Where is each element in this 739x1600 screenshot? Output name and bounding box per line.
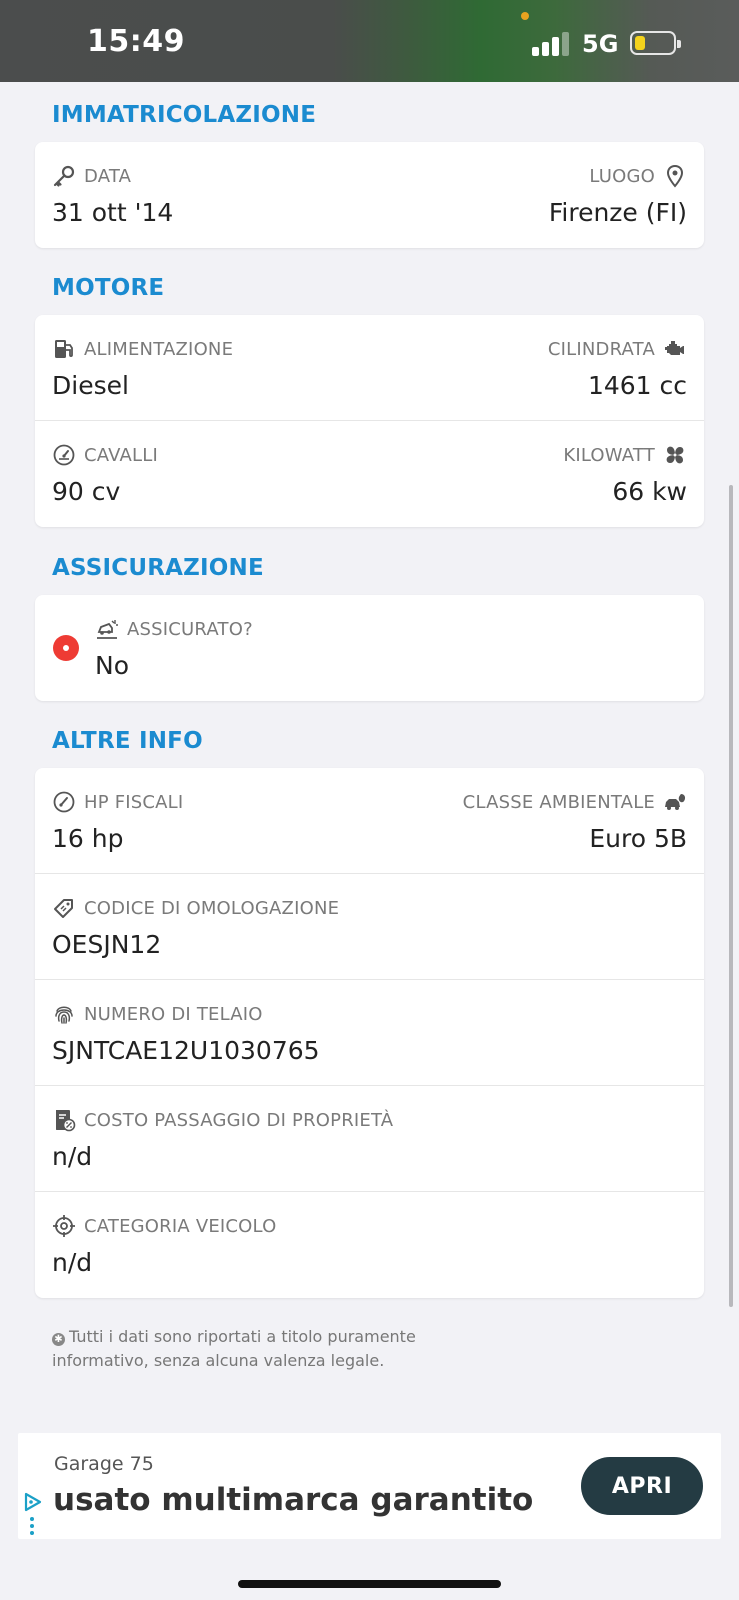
category-label-group: CATEGORIA VEICOLO bbox=[52, 1214, 277, 1238]
transfer-cost-value: n/d bbox=[52, 1142, 93, 1171]
chassis-value: SJNTCAE12U1030765 bbox=[52, 1036, 320, 1065]
ad-banner[interactable]: Garage 75 usato multimarca garantito APR… bbox=[18, 1433, 721, 1539]
insurance-row: ASSICURATO? No bbox=[35, 595, 704, 701]
speedometer-icon bbox=[52, 443, 76, 467]
privacy-indicator-dot bbox=[521, 12, 529, 20]
kilowatt-label: KILOWATT bbox=[563, 444, 655, 466]
section-title-registration: IMMATRICOLAZIONE bbox=[52, 102, 317, 128]
fiscal-hp-label-group: HP FISCALI bbox=[52, 790, 183, 814]
kilowatt-value: 66 kw bbox=[612, 477, 687, 506]
engine-card: ALIMENTAZIONE Diesel CILINDRATA 1461 cc … bbox=[35, 315, 704, 527]
registration-row: DATA 31 ott '14 LUOGO Firenze (FI) bbox=[35, 142, 704, 248]
section-title-insurance: ASSICURAZIONE bbox=[52, 555, 264, 581]
location-pin-icon bbox=[663, 164, 687, 188]
ad-headline[interactable]: usato multimarca garantito bbox=[53, 1482, 533, 1518]
crosshair-icon bbox=[52, 1214, 76, 1238]
other-info-row-transfer-cost: COSTO PASSAGGIO DI PROPRIETÀ n/d bbox=[35, 1086, 704, 1192]
date-value: 31 ott '14 bbox=[52, 198, 174, 227]
ad-more-options-icon[interactable] bbox=[30, 1517, 34, 1538]
gauge-icon bbox=[52, 790, 76, 814]
fuel-label-group: ALIMENTAZIONE bbox=[52, 337, 233, 361]
other-info-row-category: CATEGORIA VEICOLO n/d bbox=[35, 1192, 704, 1298]
status-time: 15:49 bbox=[87, 24, 185, 59]
fan-icon bbox=[663, 443, 687, 467]
insurance-value: No bbox=[95, 651, 129, 680]
network-type: 5G bbox=[582, 30, 619, 58]
scrollbar[interactable] bbox=[729, 485, 733, 1307]
other-info-row-homologation: CODICE DI OMOLOGAZIONE OESJN12 bbox=[35, 874, 704, 980]
insurance-label: ASSICURATO? bbox=[127, 618, 253, 640]
homologation-value: OESJN12 bbox=[52, 930, 162, 959]
other-info-row-chassis: NUMERO DI TELAIO SJNTCAE12U1030765 bbox=[35, 980, 704, 1086]
battery-icon bbox=[630, 31, 681, 55]
section-title-engine: MOTORE bbox=[52, 275, 165, 301]
disclaimer-line-2: informativo, senza alcuna valenza legale… bbox=[52, 1351, 385, 1370]
env-class-label-group: CLASSE AMBIENTALE bbox=[463, 790, 687, 814]
displacement-label-group: CILINDRATA bbox=[548, 337, 687, 361]
horsepower-label-group: CAVALLI bbox=[52, 443, 158, 467]
transfer-cost-label-group: COSTO PASSAGGIO DI PROPRIETÀ bbox=[52, 1108, 393, 1132]
fiscal-hp-value: 16 hp bbox=[52, 824, 124, 853]
engine-icon bbox=[663, 337, 687, 361]
fiscal-hp-label: HP FISCALI bbox=[84, 791, 184, 813]
displacement-label: CILINDRATA bbox=[547, 338, 655, 360]
fuel-label: ALIMENTAZIONE bbox=[84, 338, 234, 360]
transfer-cost-label: COSTO PASSAGGIO DI PROPRIETÀ bbox=[84, 1109, 394, 1131]
horsepower-value: 90 cv bbox=[52, 477, 121, 506]
place-label-group: LUOGO bbox=[589, 164, 687, 188]
ad-advertiser: Garage 75 bbox=[54, 1453, 154, 1475]
tag-icon bbox=[52, 896, 76, 920]
fuel-pump-icon bbox=[52, 337, 76, 361]
engine-row-fuel: ALIMENTAZIONE Diesel CILINDRATA 1461 cc bbox=[35, 315, 704, 421]
ad-open-button[interactable]: APRI bbox=[581, 1457, 703, 1515]
date-label: DATA bbox=[84, 165, 132, 187]
status-bar: 15:49 5G bbox=[0, 0, 739, 82]
env-class-label: CLASSE AMBIENTALE bbox=[462, 791, 655, 813]
other-info-row-fiscal: HP FISCALI 16 hp CLASSE AMBIENTALE Euro … bbox=[35, 768, 704, 874]
ad-choices-icon[interactable] bbox=[22, 1491, 44, 1513]
fuel-value: Diesel bbox=[52, 371, 129, 400]
car-crash-icon bbox=[95, 617, 119, 641]
car-leaf-icon bbox=[663, 790, 687, 814]
chassis-label-group: NUMERO DI TELAIO bbox=[52, 1002, 263, 1026]
registration-card: DATA 31 ott '14 LUOGO Firenze (FI) bbox=[35, 142, 704, 248]
home-indicator[interactable] bbox=[238, 1580, 501, 1588]
displacement-value: 1461 cc bbox=[587, 371, 687, 400]
category-value: n/d bbox=[52, 1248, 93, 1277]
env-class-value: Euro 5B bbox=[589, 824, 687, 853]
category-label: CATEGORIA VEICOLO bbox=[84, 1215, 277, 1237]
legal-disclaimer: ✱ Tutti i dati sono riportati a titolo pu… bbox=[52, 1325, 452, 1373]
homologation-label-group: CODICE DI OMOLOGAZIONE bbox=[52, 896, 339, 920]
section-title-other-info: ALTRE INFO bbox=[52, 728, 203, 754]
chassis-label: NUMERO DI TELAIO bbox=[84, 1003, 263, 1025]
homologation-label: CODICE DI OMOLOGAZIONE bbox=[84, 897, 340, 919]
status-alert-icon bbox=[53, 635, 79, 661]
place-value: Firenze (FI) bbox=[548, 198, 687, 227]
disclaimer-line-1: Tutti i dati sono riportati a titolo pur… bbox=[69, 1327, 416, 1346]
key-icon bbox=[52, 164, 76, 188]
horsepower-label: CAVALLI bbox=[84, 444, 158, 466]
kilowatt-label-group: KILOWATT bbox=[563, 443, 687, 467]
insurance-card: ASSICURATO? No bbox=[35, 595, 704, 701]
other-info-card: HP FISCALI 16 hp CLASSE AMBIENTALE Euro … bbox=[35, 768, 704, 1298]
document-percent-icon bbox=[52, 1108, 76, 1132]
place-label: LUOGO bbox=[589, 165, 655, 187]
signal-strength-icon bbox=[532, 32, 569, 56]
insurance-label-group: ASSICURATO? bbox=[95, 617, 253, 641]
date-label-group: DATA bbox=[52, 164, 131, 188]
engine-row-power: CAVALLI 90 cv KILOWATT 66 kw bbox=[35, 421, 704, 527]
fingerprint-icon bbox=[52, 1002, 76, 1026]
info-icon: ✱ bbox=[52, 1333, 65, 1346]
